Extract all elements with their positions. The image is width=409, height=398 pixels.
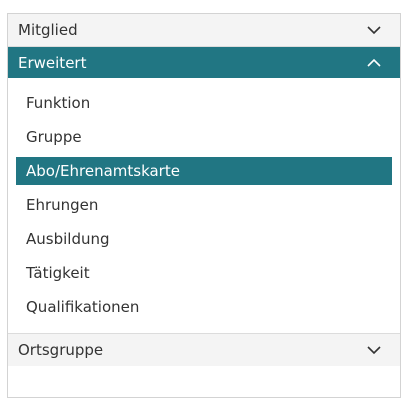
list-item-taetigkeit[interactable]: Tätigkeit — [16, 256, 392, 290]
list-item-abo-ehrenamtskarte[interactable]: Abo/Ehrenamtskarte — [16, 157, 392, 185]
accordion-header-label: Mitglied — [18, 21, 78, 39]
list-item-ehrungen[interactable]: Ehrungen — [16, 188, 392, 222]
accordion-header-label: Erweitert — [18, 53, 87, 72]
accordion-header-label: Ortsgruppe — [18, 341, 104, 359]
chevron-down-icon — [364, 20, 384, 40]
accordion-header-mitglied[interactable]: Mitglied — [8, 14, 400, 47]
chevron-down-icon — [364, 340, 384, 360]
accordion-header-erweitert[interactable]: Erweitert — [8, 47, 400, 78]
list-item-funktion[interactable]: Funktion — [16, 86, 392, 120]
accordion-panel: Mitglied Erweitert Funktion Gruppe Abo/E… — [7, 13, 401, 398]
accordion-body-erweitert: Funktion Gruppe Abo/Ehrenamtskarte Ehrun… — [8, 78, 400, 324]
list-item-gruppe[interactable]: Gruppe — [16, 120, 392, 154]
list-item-ausbildung[interactable]: Ausbildung — [16, 222, 392, 256]
accordion-header-ortsgruppe[interactable]: Ortsgruppe — [8, 333, 400, 366]
chevron-up-icon — [364, 53, 384, 73]
list-item-qualifikationen[interactable]: Qualifikationen — [16, 290, 392, 324]
